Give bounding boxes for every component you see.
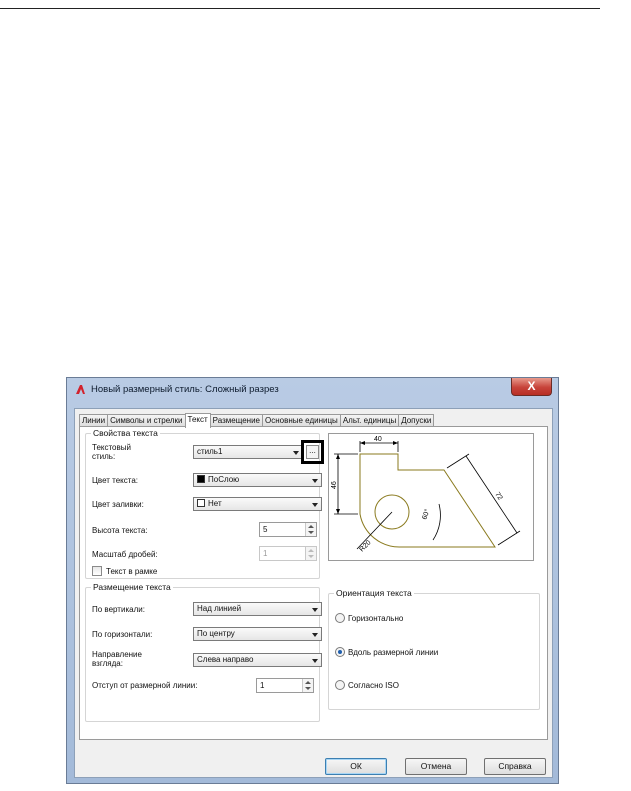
offset-spinner[interactable]: 1	[256, 678, 314, 693]
highlight-box	[301, 440, 324, 464]
dimension-preview: 40 46 72 60° R20	[328, 433, 534, 561]
chevron-down-icon	[293, 451, 299, 455]
preview-drawing: 40 46 72 60° R20	[331, 436, 521, 553]
text-style-value: стиль1	[197, 447, 223, 456]
view-direction-label: Направление взгляда:	[92, 650, 142, 668]
view-direction-select[interactable]: Слева направо	[193, 653, 322, 667]
spin-down-icon	[308, 555, 314, 558]
fill-color-label: Цвет заливки:	[92, 500, 144, 509]
spinner-buttons	[305, 547, 316, 560]
offset-value: 1	[260, 681, 265, 690]
orientation-horizontal-label: Горизонтально	[348, 614, 404, 623]
color-swatch-icon	[197, 475, 205, 483]
text-properties-group: Свойства текста Текстовый стиль: стиль1 …	[85, 428, 324, 579]
horizontal-label: По горизонтали:	[92, 630, 153, 639]
text-style-label: Текстовый стиль:	[92, 443, 131, 461]
close-button[interactable]: X	[511, 378, 552, 396]
text-tab-page: Свойства текста Текстовый стиль: стиль1 …	[79, 426, 548, 740]
horizontal-value: По центру	[197, 629, 235, 638]
spinner-buttons[interactable]	[302, 679, 313, 692]
text-placement-group: Размещение текста По вертикали: Над лини…	[85, 582, 322, 722]
text-color-label: Цвет текста:	[92, 476, 139, 485]
chevron-down-icon	[312, 659, 318, 663]
title-bar[interactable]: Новый размерный стиль: Сложный разрез X	[67, 378, 558, 402]
text-properties-title: Свойства текста	[91, 428, 160, 438]
tab-text[interactable]: Текст	[184, 413, 211, 428]
spin-down-icon	[308, 531, 314, 534]
spin-down-icon	[305, 687, 311, 690]
orientation-iso-label: Согласно ISO	[348, 681, 399, 690]
fraction-scale-spinner: 1	[259, 546, 317, 561]
page-top-rule	[0, 8, 600, 9]
dialog-client-area: Линии Символы и стрелки Текст Размещение…	[74, 408, 553, 778]
color-swatch-icon	[197, 499, 205, 507]
frame-text-label: Текст в рамке	[106, 567, 158, 576]
fill-color-select[interactable]: Нет	[193, 497, 322, 511]
chevron-down-icon	[312, 479, 318, 483]
spin-up-icon	[308, 549, 314, 552]
dim-angle-text: 60°	[420, 508, 431, 521]
text-color-value: ПоСлою	[208, 475, 240, 484]
spinner-buttons[interactable]	[305, 523, 316, 536]
spin-up-icon	[308, 525, 314, 528]
vertical-select[interactable]: Над линией	[193, 602, 322, 616]
chevron-down-icon	[312, 608, 318, 612]
orientation-horizontal-radio[interactable]	[335, 613, 345, 623]
autocad-logo-icon	[76, 385, 85, 394]
text-style-select[interactable]: стиль1	[193, 445, 303, 459]
dim-top-text: 40	[374, 436, 382, 443]
text-height-value: 5	[263, 525, 268, 534]
ok-button[interactable]: ОК	[325, 758, 387, 775]
view-direction-value: Слева направо	[197, 655, 254, 664]
chevron-down-icon	[312, 633, 318, 637]
cancel-button[interactable]: Отмена	[405, 758, 467, 775]
chevron-down-icon	[312, 503, 318, 507]
text-height-spinner[interactable]: 5	[259, 522, 317, 537]
dimension-style-dialog: Новый размерный стиль: Сложный разрез X …	[66, 377, 559, 784]
spin-up-icon	[305, 681, 311, 684]
frame-text-checkbox[interactable]	[92, 566, 102, 576]
vertical-label: По вертикали:	[92, 605, 145, 614]
fill-color-value: Нет	[208, 499, 222, 508]
text-placement-title: Размещение текста	[91, 582, 173, 592]
text-orientation-group: Ориентация текста Горизонтально Вдоль ра…	[328, 588, 540, 710]
window-title: Новый размерный стиль: Сложный разрез	[91, 384, 279, 395]
dim-left-text: 46	[331, 481, 338, 489]
help-button[interactable]: Справка	[484, 758, 546, 775]
offset-label: Отступ от размерной линии:	[92, 681, 198, 690]
orientation-aligned-label: Вдоль размерной линии	[348, 648, 439, 657]
text-color-select[interactable]: ПоСлою	[193, 473, 322, 487]
text-height-label: Высота текста:	[92, 526, 148, 535]
tab-strip: Линии Символы и стрелки Текст Размещение…	[79, 413, 435, 428]
fraction-scale-value: 1	[263, 549, 268, 558]
horizontal-select[interactable]: По центру	[193, 627, 322, 641]
text-orientation-title: Ориентация текста	[334, 588, 414, 598]
dim-radius-text: R20	[358, 539, 372, 553]
fraction-scale-label: Масштаб дробей:	[92, 550, 158, 559]
orientation-iso-radio[interactable]	[335, 680, 345, 690]
orientation-aligned-radio[interactable]	[335, 647, 345, 657]
vertical-value: Над линией	[197, 604, 242, 613]
